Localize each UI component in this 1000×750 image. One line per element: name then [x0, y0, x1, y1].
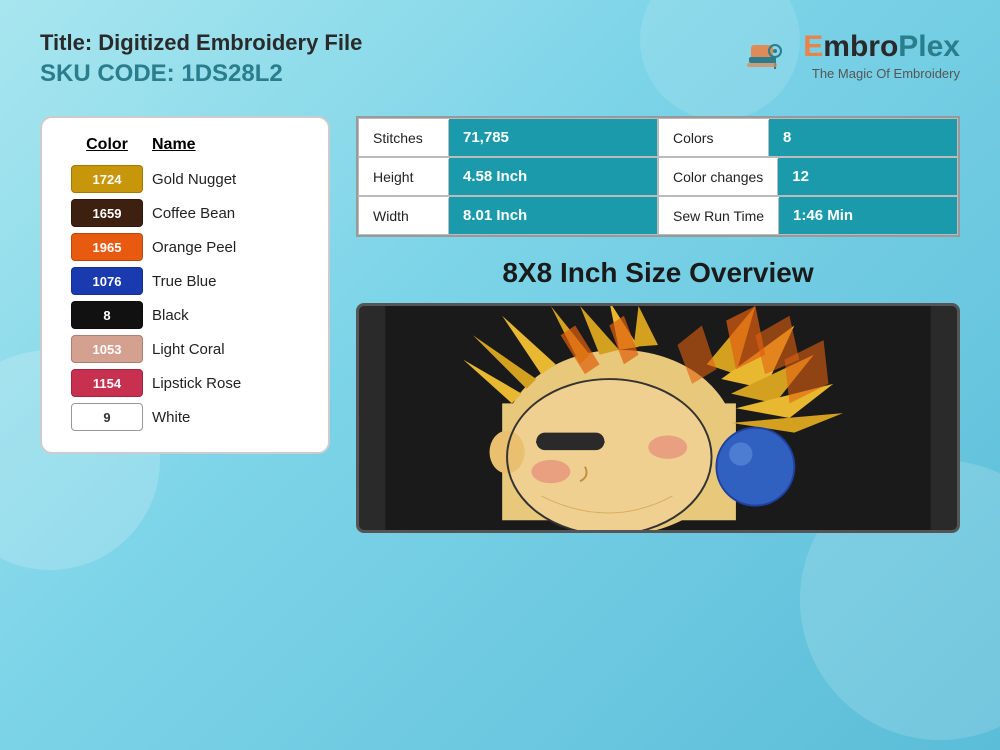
- color-name: True Blue: [152, 264, 308, 298]
- stat-value: 8.01 Inch: [449, 197, 657, 234]
- logo-name: EmbroPlex: [803, 30, 960, 64]
- color-name: Gold Nugget: [152, 162, 308, 196]
- header-sku: SKU CODE: 1DS28L2: [40, 60, 362, 88]
- color-table-row: 1076 True Blue: [62, 264, 308, 298]
- stat-value-right: 1:46 Min: [779, 197, 957, 234]
- color-table-row: 1053 Light Coral: [62, 332, 308, 366]
- color-table-row: 8 Black: [62, 298, 308, 332]
- stat-value-right: 8: [769, 119, 957, 156]
- header-title: Title: Digitized Embroidery File: [40, 30, 362, 56]
- color-table-row: 1724 Gold Nugget: [62, 162, 308, 196]
- stat-label: Width: [359, 198, 449, 234]
- logo-block: EmbroPlex The Magic Of Embroidery: [743, 30, 960, 81]
- color-name: Coffee Bean: [152, 196, 308, 230]
- stat-value: 71,785: [449, 119, 657, 156]
- stat-cell-left: Stitches 71,785: [358, 118, 658, 157]
- embroidery-image: [356, 303, 960, 533]
- color-table-card: Color Name 1724 Gold Nugget 1659 Coffee …: [40, 116, 330, 454]
- sku-label: SKU CODE:: [40, 60, 175, 87]
- stat-cell-right: Sew Run Time 1:46 Min: [658, 196, 958, 235]
- col-header-color: Color: [62, 136, 152, 162]
- color-swatch: 1965: [71, 233, 143, 261]
- color-swatch: 1659: [71, 199, 143, 227]
- color-table-row: 1965 Orange Peel: [62, 230, 308, 264]
- logo-mbro: mbro: [823, 30, 898, 63]
- color-table-row: 1154 Lipstick Rose: [62, 366, 308, 400]
- stat-label-right: Sew Run Time: [659, 198, 779, 234]
- color-swatch: 1154: [71, 369, 143, 397]
- logo-text: EmbroPlex The Magic Of Embroidery: [803, 30, 960, 81]
- logo-plex-text: Plex: [898, 30, 960, 63]
- sku-value: 1DS28L2: [181, 60, 282, 87]
- content-row: Color Name 1724 Gold Nugget 1659 Coffee …: [40, 116, 960, 533]
- logo-e: E: [803, 30, 823, 63]
- header-title-block: Title: Digitized Embroidery File SKU COD…: [40, 30, 362, 88]
- stat-cell-right: Color changes 12: [658, 157, 958, 196]
- color-name: Lipstick Rose: [152, 366, 308, 400]
- color-swatch: 1076: [71, 267, 143, 295]
- logo-tagline: The Magic Of Embroidery: [803, 66, 960, 81]
- color-name: White: [152, 400, 308, 434]
- stat-label: Stitches: [359, 120, 449, 156]
- logo-icon: [743, 31, 793, 81]
- color-table: Color Name 1724 Gold Nugget 1659 Coffee …: [62, 136, 308, 434]
- color-swatch: 1724: [71, 165, 143, 193]
- header: Title: Digitized Embroidery File SKU COD…: [40, 30, 960, 88]
- color-name: Black: [152, 298, 308, 332]
- main-container: Title: Digitized Embroidery File SKU COD…: [0, 0, 1000, 563]
- stat-cell-left: Width 8.01 Inch: [358, 196, 658, 235]
- stats-grid: Stitches 71,785 Colors 8 Height 4.58 Inc…: [356, 116, 960, 237]
- title-value: Digitized Embroidery File: [98, 30, 362, 55]
- color-table-row: 1659 Coffee Bean: [62, 196, 308, 230]
- anime-face-svg: [359, 306, 957, 530]
- stat-label: Height: [359, 159, 449, 195]
- stat-label-right: Colors: [659, 120, 769, 156]
- color-name: Orange Peel: [152, 230, 308, 264]
- stat-label-right: Color changes: [659, 159, 778, 195]
- stat-value-right: 12: [778, 158, 957, 195]
- overview-title: 8X8 Inch Size Overview: [356, 257, 960, 289]
- color-table-row: 9 White: [62, 400, 308, 434]
- color-swatch: 1053: [71, 335, 143, 363]
- color-swatch: 8: [71, 301, 143, 329]
- color-name: Light Coral: [152, 332, 308, 366]
- stat-cell-right: Colors 8: [658, 118, 958, 157]
- title-prefix: Title:: [40, 30, 92, 55]
- col-header-name: Name: [152, 136, 308, 162]
- stat-value: 4.58 Inch: [449, 158, 657, 195]
- color-swatch: 9: [71, 403, 143, 431]
- right-panel: Stitches 71,785 Colors 8 Height 4.58 Inc…: [356, 116, 960, 533]
- stat-cell-left: Height 4.58 Inch: [358, 157, 658, 196]
